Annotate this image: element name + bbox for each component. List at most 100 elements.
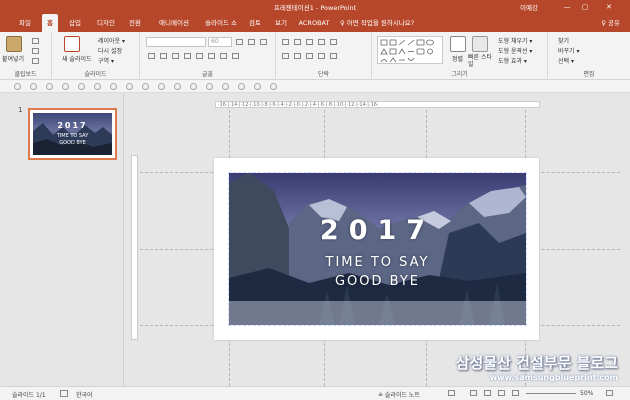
paste-button[interactable]: 붙여넣기 [2,54,24,63]
bold-icon[interactable] [148,53,155,59]
shape-fill-button[interactable]: 도형 채우기 ▾ [498,36,532,45]
tab-slideshow[interactable]: 슬라이드 쇼 [199,14,243,32]
tab-review[interactable]: 검토 [244,14,266,32]
tool-icon-16[interactable] [254,83,261,90]
arrange-button[interactable]: 정렬 [452,54,463,63]
italic-icon[interactable] [160,53,167,59]
align-right-icon[interactable] [306,53,313,59]
tool-icon-8[interactable] [126,83,133,90]
tab-animations[interactable]: 애니메이션 [152,14,196,32]
language-indicator[interactable]: 한국어 [76,390,93,399]
minimize-icon[interactable]: — [558,0,576,14]
select-button[interactable]: 선택 ▾ [558,56,574,65]
align-left-icon[interactable] [282,53,289,59]
slide-year-text[interactable]: 2017 [229,215,526,246]
replace-button[interactable]: 바꾸기 ▾ [558,46,579,55]
cut-icon[interactable] [32,38,39,44]
slides-group: 새 슬라이드 레이아웃 ▾ 다시 설정 구역 ▾ 슬라이드 [52,32,140,80]
thumbnail-line1: TIME TO SAY [56,133,89,139]
tool-icon-17[interactable] [270,83,277,90]
tab-view[interactable]: 보기 [270,14,292,32]
tool-icon-2[interactable] [30,83,37,90]
restore-icon[interactable]: ▢ [576,0,594,14]
change-case-icon[interactable] [220,53,227,59]
quick-styles-icon[interactable] [472,36,488,52]
close-icon[interactable]: ✕ [600,0,618,14]
font-size-combo[interactable]: 60 [208,37,232,47]
tab-acrobat[interactable]: ACROBAT [296,14,332,32]
section-button[interactable]: 구역 ▾ [98,56,114,65]
clipboard-label: 클립보드 [14,71,37,78]
shadow-icon[interactable] [196,53,203,59]
zoom-slider[interactable] [526,393,576,394]
fit-slide-icon[interactable] [606,390,613,396]
spell-check-icon[interactable] [60,390,68,397]
new-slide-button[interactable]: 새 슬라이드 [62,54,92,63]
quick-styles-button[interactable]: 빠른 스타일 [468,54,494,68]
tool-icon-12[interactable] [190,83,197,90]
slide-line1-text[interactable]: TIME TO SAY [229,255,526,270]
tab-file[interactable]: 파일 [12,14,38,32]
new-slide-icon[interactable] [64,36,80,52]
tool-icon-15[interactable] [238,83,245,90]
tool-icon-6[interactable] [94,83,101,90]
share-button[interactable]: ♀ 공유 [601,14,620,32]
arrange-icon[interactable] [450,36,466,52]
grow-font-icon[interactable] [236,39,243,45]
comments-icon[interactable] [448,390,455,396]
numbering-icon[interactable] [294,39,301,45]
shape-outline-button[interactable]: 도형 윤곽선 ▾ [498,46,532,55]
tool-icon-1[interactable] [14,83,21,90]
char-spacing-icon[interactable] [208,53,215,59]
tool-icon-9[interactable] [142,83,149,90]
tool-icon-5[interactable] [78,83,85,90]
shrink-font-icon[interactable] [248,39,255,45]
tool-icon-7[interactable] [110,83,117,90]
tool-icon-3[interactable] [46,83,53,90]
reset-button[interactable]: 다시 설정 [98,46,122,55]
decrease-indent-icon[interactable] [306,39,313,45]
underline-icon[interactable] [172,53,179,59]
drawing-group: 정렬 빠른 스타일 도형 채우기 ▾ 도형 윤곽선 ▾ 도형 효과 ▾ 그리기 [372,32,548,80]
slideshow-view-icon[interactable] [512,390,519,396]
columns-icon[interactable] [330,53,337,59]
font-color-icon[interactable] [232,53,239,59]
strikethrough-icon[interactable] [184,53,191,59]
normal-view-icon[interactable] [470,390,477,396]
user-name[interactable]: 이예강 [520,2,538,12]
bullets-icon[interactable] [282,39,289,45]
slide-photo[interactable]: 2017 TIME TO SAY GOOD BYE [228,172,527,326]
zoom-level[interactable]: 50% [580,390,593,397]
sorter-view-icon[interactable] [484,390,491,396]
font-family-combo[interactable] [146,37,206,47]
tool-icon-11[interactable] [174,83,181,90]
justify-icon[interactable] [318,53,325,59]
ribbon: 붙여넣기 클립보드 새 슬라이드 레이아웃 ▾ 다시 설정 구역 ▾ 슬라이드 … [0,32,630,80]
slide-line2-text[interactable]: GOOD BYE [229,274,526,289]
layout-button[interactable]: 레이아웃 ▾ [98,36,125,45]
line-spacing-icon[interactable] [330,39,337,45]
reading-view-icon[interactable] [498,390,505,396]
tool-icon-13[interactable] [206,83,213,90]
tool-icon-14[interactable] [222,83,229,90]
tab-design[interactable]: 디자인 [92,14,120,32]
tab-transitions[interactable]: 전환 [123,14,147,32]
slide-thumbnail[interactable]: 2017 TIME TO SAY GOOD BYE [28,108,117,160]
tool-icon-4[interactable] [62,83,69,90]
thumbnail-image: 2017 TIME TO SAY GOOD BYE [33,113,112,155]
tab-insert[interactable]: 삽입 [63,14,87,32]
tell-me-search[interactable]: ♀ 어떤 작업을 원하시나요? [340,14,414,32]
increase-indent-icon[interactable] [318,39,325,45]
tab-home[interactable]: 홈 [42,14,58,32]
find-button[interactable]: 찾기 [558,36,569,45]
shape-effects-button[interactable]: 도형 효과 ▾ [498,56,527,65]
copy-icon[interactable] [32,48,39,54]
paste-icon[interactable] [6,36,22,52]
clear-format-icon[interactable] [260,39,267,45]
horizontal-ruler: ·16·|·14·|·12·|·10·|·8·|·6·|·4·|·2·|·0·|… [215,101,540,108]
shapes-gallery[interactable] [377,36,443,64]
tool-icon-10[interactable] [158,83,165,90]
align-center-icon[interactable] [294,53,301,59]
format-painter-icon[interactable] [32,58,39,64]
notes-button[interactable]: ≗ 슬라이드 노트 [378,390,420,399]
